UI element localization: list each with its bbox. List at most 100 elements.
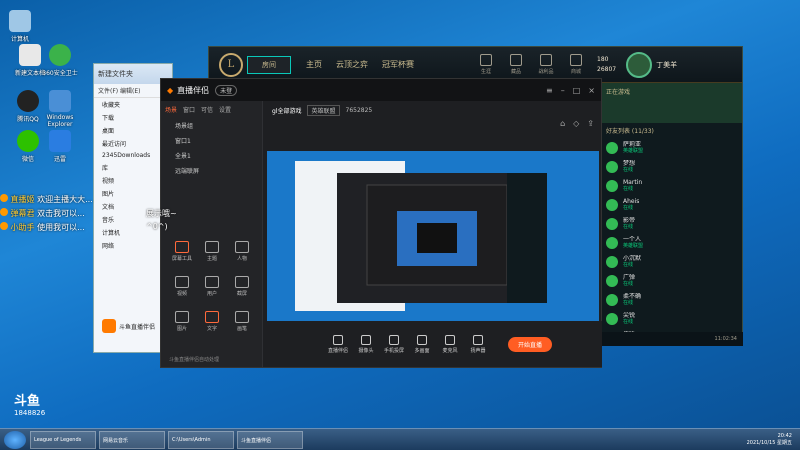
minimize-icon[interactable]: – xyxy=(561,86,565,95)
tab-settings[interactable]: 设置 xyxy=(219,105,231,114)
douyu-app-icon xyxy=(102,319,116,333)
avatar xyxy=(606,179,618,192)
list-item[interactable]: 尖锐 在线 xyxy=(600,309,742,328)
avatar xyxy=(606,255,618,268)
chat-line: 直播姬 欢迎主播大大... xyxy=(0,194,93,205)
preview-image xyxy=(267,151,599,339)
computer-icon xyxy=(9,10,31,32)
blue-essence: 180 xyxy=(597,55,609,63)
list-item[interactable]: 小沉默 在线 xyxy=(600,252,742,271)
lol-logo-icon: L xyxy=(219,52,243,77)
douyu-room-id: 1848826 xyxy=(14,409,46,417)
loot-icon xyxy=(540,54,552,66)
lol-play-button[interactable]: 房间 xyxy=(247,55,291,74)
tool-text[interactable]: 文字 xyxy=(197,311,227,332)
text-icon xyxy=(205,311,219,323)
lol-nav-clash[interactable]: 冠军杯赛 xyxy=(382,59,414,70)
gift-icon[interactable]: ◇ xyxy=(573,119,579,128)
social-bottom-bar: 11:02:34 xyxy=(600,332,743,346)
menu-icon[interactable]: ≡ xyxy=(546,86,553,95)
desktop-icon-xunlei[interactable]: 迅雷 xyxy=(40,130,80,163)
list-item[interactable]: 广弹 在线 xyxy=(600,271,742,290)
scene-item[interactable]: 全景1 xyxy=(161,148,262,163)
user-icon xyxy=(205,276,219,288)
camera-button[interactable]: 摄像头 xyxy=(352,334,380,354)
room-title[interactable]: gl全部游戏 xyxy=(272,106,301,115)
social-header: 正在游戏 xyxy=(600,83,742,123)
system-tray-clock[interactable]: 20:42 2021/10/15 星期五 xyxy=(747,433,800,447)
avatar xyxy=(606,293,618,306)
start-button[interactable] xyxy=(4,430,26,449)
tool-brush[interactable]: 画笔 xyxy=(227,311,257,332)
list-item[interactable]: 影帝 在线 xyxy=(600,214,742,233)
douyu-companion-window[interactable]: ◆ 直播伴侣 未登 ≡ – □ × 场景 窗口 可信 设置 场景组 窗口1 全景… xyxy=(160,78,602,368)
desktop-icon-computer[interactable]: 计算机 xyxy=(0,10,40,43)
lol-collection-button[interactable]: 藏品 xyxy=(501,54,531,75)
tool-theme[interactable]: 主题 xyxy=(197,241,227,262)
tab-window[interactable]: 窗口 xyxy=(183,105,195,114)
chat-line: 弹幕君 双击我可以... xyxy=(0,208,85,219)
lol-nav-tft[interactable]: 云顶之弈 xyxy=(336,59,368,70)
tool-image[interactable]: 图片 xyxy=(167,311,197,332)
stream-icon xyxy=(333,334,343,345)
scene-item[interactable]: 远端联屏 xyxy=(161,163,262,178)
tab-trust[interactable]: 可信 xyxy=(201,105,213,114)
speaker-button[interactable]: 扬声器 xyxy=(464,334,492,354)
riot-points: 26807 xyxy=(597,65,617,73)
close-icon[interactable]: × xyxy=(588,86,595,95)
taskbar: League of Legends 网易云音乐 C:\Users\Admin 斗… xyxy=(0,428,800,450)
multi-view-button[interactable]: 多画面 xyxy=(408,334,436,354)
avatar[interactable] xyxy=(626,51,653,78)
scene-tabs: 场景 窗口 可信 设置 xyxy=(161,101,262,118)
list-item[interactable]: 萨莉亚 英雄联盟 xyxy=(600,138,742,157)
store-icon xyxy=(570,54,582,66)
stream-preview[interactable] xyxy=(267,151,599,339)
taskbar-item-music[interactable]: 网易云音乐 xyxy=(99,430,165,449)
theme-icon xyxy=(205,241,219,253)
desktop-icon-360[interactable]: 360安全卫士 xyxy=(40,44,80,77)
tool-person[interactable]: 人物 xyxy=(227,241,257,262)
category-badge[interactable]: 英雄联盟 xyxy=(307,104,340,116)
login-badge[interactable]: 未登 xyxy=(215,84,238,96)
lol-profile-button[interactable]: 生涯 xyxy=(471,54,501,75)
speaker-icon xyxy=(473,334,483,345)
douyu-sidebar: 场景 窗口 可信 设置 场景组 窗口1 全景1 远端联屏 屏幕工具 主题 人物 … xyxy=(161,101,263,367)
stream-mode-button[interactable]: 直播伴侣 xyxy=(324,334,352,354)
taskbar-item-explorer[interactable]: C:\Users\Admin xyxy=(168,430,234,449)
tool-video[interactable]: 视频 xyxy=(167,276,197,297)
share-icon[interactable]: ⇪ xyxy=(587,119,594,128)
start-stream-button[interactable]: 开始直播 xyxy=(508,336,553,352)
lol-icon-buttons: 生涯 藏品 战利品 商城 xyxy=(471,54,591,75)
avatar xyxy=(606,141,618,154)
microphone-button[interactable]: 麦克风 xyxy=(436,334,464,354)
folder-icon xyxy=(49,90,71,112)
lol-loot-button[interactable]: 战利品 xyxy=(531,54,561,75)
taskbar-item-lol[interactable]: League of Legends xyxy=(30,430,96,449)
list-item[interactable]: 一个人 英雄联盟 xyxy=(600,233,742,252)
desktop-icon-explorer[interactable]: Windows Explorer xyxy=(40,90,80,128)
image-icon xyxy=(175,311,189,323)
list-item[interactable]: Aheis 在线 xyxy=(600,195,742,214)
tab-scene[interactable]: 场景 xyxy=(165,105,177,114)
list-item[interactable]: 柔不确 在线 xyxy=(600,290,742,309)
lol-store-button[interactable]: 商城 xyxy=(561,54,591,75)
douyu-bottom-bar: 直播伴侣 摄像头 手机投屏 多画面 麦克风 扬声器 开始直播 xyxy=(264,321,602,367)
scene-item[interactable]: 场景组 xyxy=(161,118,262,133)
list-item[interactable]: 梦想 在线 xyxy=(600,157,742,176)
capture-icon xyxy=(235,276,249,288)
taskbar-item-douyu[interactable]: 斗鱼直播伴侣 xyxy=(237,430,303,449)
tool-capture[interactable]: 截屏 xyxy=(227,276,257,297)
scene-item[interactable]: 窗口1 xyxy=(161,133,262,148)
phone-cast-button[interactable]: 手机投屏 xyxy=(380,334,408,354)
tool-screen[interactable]: 屏幕工具 xyxy=(167,241,197,262)
wechat-icon xyxy=(17,130,39,152)
chat-overlay-text: ^0^) xyxy=(146,222,168,231)
tool-user[interactable]: 用户 xyxy=(197,276,227,297)
maximize-icon[interactable]: □ xyxy=(573,86,581,95)
douyu-watermark: 斗鱼 1848826 xyxy=(14,394,46,417)
lol-nav-home[interactable]: 主页 xyxy=(306,59,322,70)
lock-icon[interactable]: ⌂ xyxy=(560,119,565,128)
lol-social-panel: 正在游戏 好友列表 (11/33) 萨莉亚 英雄联盟 梦想 在线 Martin 在线 … xyxy=(599,83,743,346)
list-item[interactable]: Martin 在线 xyxy=(600,176,742,195)
chat-avatar-icon xyxy=(0,222,8,230)
